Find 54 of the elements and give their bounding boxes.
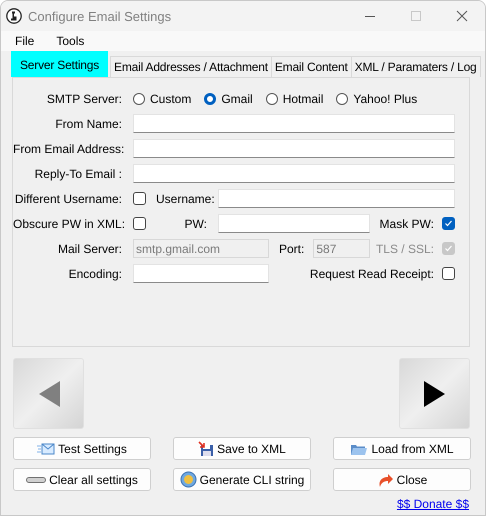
radio-label[interactable]: Yahoo! Plus xyxy=(353,92,418,106)
checkmark-icon xyxy=(444,219,453,228)
action-button[interactable]: Test Settings xyxy=(13,437,151,460)
tab[interactable]: XML / Paramaters / Log xyxy=(350,56,481,77)
radio-label[interactable]: Gmail xyxy=(221,92,253,106)
input-field[interactable] xyxy=(133,139,455,158)
forward-button[interactable] xyxy=(399,358,470,429)
field-label: Mask PW: xyxy=(380,216,434,230)
field-label: PW: xyxy=(184,216,207,230)
field-label: TLS / SSL: xyxy=(376,242,434,256)
checkmark-icon xyxy=(444,244,453,253)
field-label: Encoding: xyxy=(68,266,122,280)
input-field[interactable] xyxy=(133,114,455,133)
checkbox[interactable] xyxy=(442,217,455,230)
tab[interactable]: Email Addresses / Attachment xyxy=(110,56,272,77)
floppy-disk-icon xyxy=(198,440,214,456)
field-label: From Email Address: xyxy=(13,142,122,156)
checkbox[interactable] xyxy=(133,192,146,205)
input-field[interactable] xyxy=(133,264,269,283)
checkbox[interactable] xyxy=(442,267,455,280)
tab[interactable]: Server Settings xyxy=(11,51,108,77)
field-label: SMTP Server: xyxy=(46,92,122,106)
field-label: Reply-To Email : xyxy=(34,166,122,180)
yes-badge-icon xyxy=(180,471,197,488)
password-field[interactable] xyxy=(218,214,370,233)
input-field[interactable] xyxy=(133,164,455,183)
radio-label[interactable]: Hotmail xyxy=(282,92,324,106)
menu-item[interactable]: File xyxy=(9,34,40,48)
action-button[interactable]: Save to XML xyxy=(173,437,311,460)
field-label: Username: xyxy=(156,192,214,206)
field-label: Request Read Receipt: xyxy=(310,266,434,280)
action-button[interactable]: Clear all settings xyxy=(13,468,151,491)
field-label: Port: xyxy=(279,242,304,256)
radio-label[interactable]: Custom xyxy=(150,92,192,106)
checkbox[interactable] xyxy=(133,217,146,230)
curved-arrow-icon xyxy=(376,472,394,488)
radio-button[interactable] xyxy=(266,92,278,104)
field-label: Obscure PW in XML: xyxy=(13,216,122,230)
window-title: Configure Email Settings xyxy=(28,8,172,24)
field-label: From Name: xyxy=(54,116,122,130)
action-button[interactable]: Close xyxy=(333,468,471,491)
field-label: Different Username: xyxy=(14,192,122,206)
donate-link[interactable]: $$ Donate $$ xyxy=(396,497,469,511)
action-button[interactable]: Load from XML xyxy=(333,437,471,460)
field-label: Mail Server: xyxy=(56,242,122,256)
eraser-icon xyxy=(26,476,46,482)
app-icon xyxy=(6,8,22,24)
action-button[interactable]: Generate CLI string xyxy=(173,468,311,491)
envelope-icon xyxy=(37,442,56,454)
input-field[interactable] xyxy=(218,189,455,208)
radio-button[interactable] xyxy=(204,92,216,104)
radio-button[interactable] xyxy=(336,92,348,104)
radio-button[interactable] xyxy=(133,92,145,104)
menu-item[interactable]: Tools xyxy=(50,34,90,48)
